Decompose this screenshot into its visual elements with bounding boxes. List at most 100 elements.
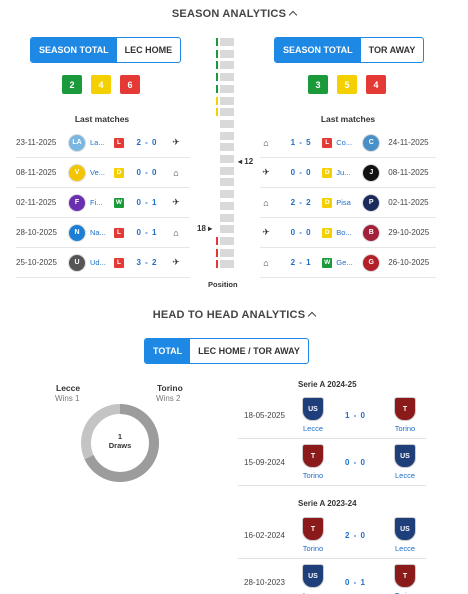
- match-score[interactable]: 2 - 0: [124, 138, 170, 147]
- opponent-name[interactable]: Ve...: [90, 168, 110, 177]
- position-zone-mark: [216, 61, 218, 70]
- position-marker-left: 18 ▸: [197, 224, 213, 233]
- h2h-draws-value: 1: [117, 432, 123, 441]
- position-label: Position: [208, 280, 238, 289]
- tab-season-total-right[interactable]: SEASON TOTAL: [275, 38, 361, 62]
- away-team-name[interactable]: Lecce: [385, 544, 425, 553]
- opponent-name[interactable]: Na...: [90, 228, 110, 237]
- plane-icon: ✈: [262, 167, 270, 177]
- tab-tor-away[interactable]: TOR AWAY: [361, 38, 424, 62]
- result-badge: D: [114, 167, 124, 178]
- right-draws-badge: 5: [337, 75, 357, 94]
- match-date: 08-11-2025: [16, 168, 57, 177]
- right-tabs: SEASON TOTAL TOR AWAY: [274, 37, 425, 63]
- away-team-name[interactable]: Torino: [385, 424, 425, 433]
- h2h-home-team: Lecce: [56, 383, 81, 393]
- position-slot: [220, 236, 234, 245]
- match-row[interactable]: ✈ 0 - 0 D Bo... B 29-10-2025: [260, 218, 436, 248]
- opponent-name[interactable]: Ud...: [90, 258, 110, 267]
- h2h-match-row[interactable]: 18-05-2025 US Lecce 1 - 0 T Torino: [238, 393, 426, 439]
- match-row[interactable]: 02-11-2025 F Fi... W 0 - 1 ✈: [16, 188, 190, 218]
- home-icon: ⌂: [173, 227, 179, 238]
- opponent-name[interactable]: Bo...: [336, 228, 358, 237]
- match-row[interactable]: ⌂ 2 - 2 D Pisa P 02-11-2025: [260, 188, 436, 218]
- match-row[interactable]: 23-11-2025 LA La... L 2 - 0 ✈: [16, 128, 190, 158]
- plane-icon: ✈: [262, 227, 270, 237]
- chevron-up-icon: [288, 10, 298, 20]
- match-score[interactable]: 3 - 2: [124, 258, 170, 267]
- position-slot: [220, 38, 234, 46]
- match-score[interactable]: 0 - 0: [124, 168, 170, 177]
- position-slot: [220, 213, 234, 222]
- plane-icon: ✈: [172, 137, 180, 147]
- h2h-analytics-header[interactable]: HEAD TO HEAD ANALYTICS: [0, 309, 468, 321]
- match-score[interactable]: 1 - 5: [280, 138, 322, 147]
- match-score[interactable]: 2 - 0: [345, 531, 366, 540]
- tab-lec-home[interactable]: LEC HOME: [117, 38, 181, 62]
- match-score[interactable]: 1 - 0: [345, 411, 366, 420]
- match-score[interactable]: 2 - 2: [280, 198, 322, 207]
- home-team-name[interactable]: Lecce: [293, 424, 333, 433]
- position-zone-mark: [216, 96, 218, 105]
- home-team-name[interactable]: Torino: [293, 471, 333, 480]
- match-score[interactable]: 0 - 1: [124, 198, 170, 207]
- h2h-home-wins: Wins 1: [55, 394, 80, 403]
- h2h-away-team: Torino: [157, 383, 183, 393]
- position-zone-mark: [216, 108, 218, 117]
- competition-title: Serie A 2024-25: [298, 380, 357, 389]
- match-row[interactable]: ⌂ 1 - 5 L Co... C 24-11-2025: [260, 128, 436, 158]
- match-row[interactable]: 28-10-2025 N Na... L 0 - 1 ⌂: [16, 218, 190, 248]
- team-logo-icon: U: [68, 253, 86, 272]
- opponent-name[interactable]: Co...: [336, 138, 358, 147]
- opponent-name[interactable]: Ge...: [336, 258, 358, 267]
- tab-h2h-total[interactable]: TOTAL: [145, 339, 191, 363]
- position-slot: [220, 155, 234, 163]
- home-icon: ⌂: [263, 137, 269, 148]
- lecce-crest-icon: US: [302, 397, 324, 421]
- position-slot: [220, 73, 234, 82]
- match-score[interactable]: 0 - 0: [345, 458, 366, 467]
- plane-icon: ✈: [172, 197, 180, 207]
- tab-season-total-left[interactable]: SEASON TOTAL: [31, 38, 117, 62]
- match-date: 02-11-2025: [16, 198, 57, 207]
- torino-crest-icon: T: [302, 517, 324, 541]
- opponent-name[interactable]: Fi...: [90, 198, 110, 207]
- opponent-name[interactable]: Pisa: [336, 198, 358, 207]
- left-tabs: SEASON TOTAL LEC HOME: [30, 37, 182, 63]
- match-score[interactable]: 0 - 0: [280, 228, 322, 237]
- h2h-match-row[interactable]: 28-10-2023USLecce0 - 1TTorino: [238, 560, 426, 594]
- match-row[interactable]: ✈ 0 - 0 D Ju... J 08-11-2025: [260, 158, 436, 188]
- match-row[interactable]: 08-11-2025 V Ve... D 0 - 0 ⌂: [16, 158, 190, 188]
- position-zone-mark: [216, 260, 218, 269]
- match-score[interactable]: 0 - 1: [124, 228, 170, 237]
- team-logo-icon: J: [362, 163, 381, 182]
- opponent-name[interactable]: La...: [90, 138, 110, 147]
- position-slot: [220, 166, 234, 175]
- position-slot: [220, 201, 234, 210]
- season-analytics-title: SEASON ANALYTICS: [171, 8, 287, 20]
- match-score[interactable]: 0 - 1: [345, 578, 366, 587]
- match-score[interactable]: 2 - 1: [280, 258, 322, 267]
- h2h-match-row[interactable]: 15-09-2024 T Torino 0 - 0 US Lecce: [238, 440, 426, 486]
- match-row[interactable]: 25-10-2025 U Ud... L 3 - 2 ✈: [16, 248, 190, 278]
- h2h-match-row[interactable]: 16-02-2024 T Torino 2 - 0 US Lecce: [238, 513, 426, 559]
- h2h-draws: 1 Draws: [100, 432, 140, 450]
- away-team-name[interactable]: Lecce: [385, 471, 425, 480]
- match-score[interactable]: 0 - 0: [280, 168, 322, 177]
- torino-crest-icon: T: [394, 564, 416, 588]
- tab-h2h-home-away[interactable]: LEC HOME / TOR AWAY: [190, 339, 308, 363]
- opponent-name[interactable]: Ju...: [336, 168, 358, 177]
- match-date: 29-10-2025: [388, 228, 430, 237]
- torino-crest-icon: T: [302, 444, 324, 468]
- season-analytics-header[interactable]: SEASON ANALYTICS: [0, 8, 468, 20]
- home-icon: ⌂: [263, 257, 269, 268]
- home-team-name[interactable]: Torino: [293, 544, 333, 553]
- match-row[interactable]: ⌂ 2 - 1 W Ge... G 26-10-2025: [260, 248, 436, 278]
- team-logo-icon: G: [362, 253, 381, 272]
- position-slot: [220, 96, 234, 105]
- competition-title: Serie A 2023-24: [298, 499, 357, 508]
- position-marker-right-value: 12: [244, 157, 254, 166]
- left-wins-badge: 2: [62, 75, 82, 94]
- home-icon: ⌂: [173, 167, 179, 178]
- result-badge: L: [114, 227, 124, 238]
